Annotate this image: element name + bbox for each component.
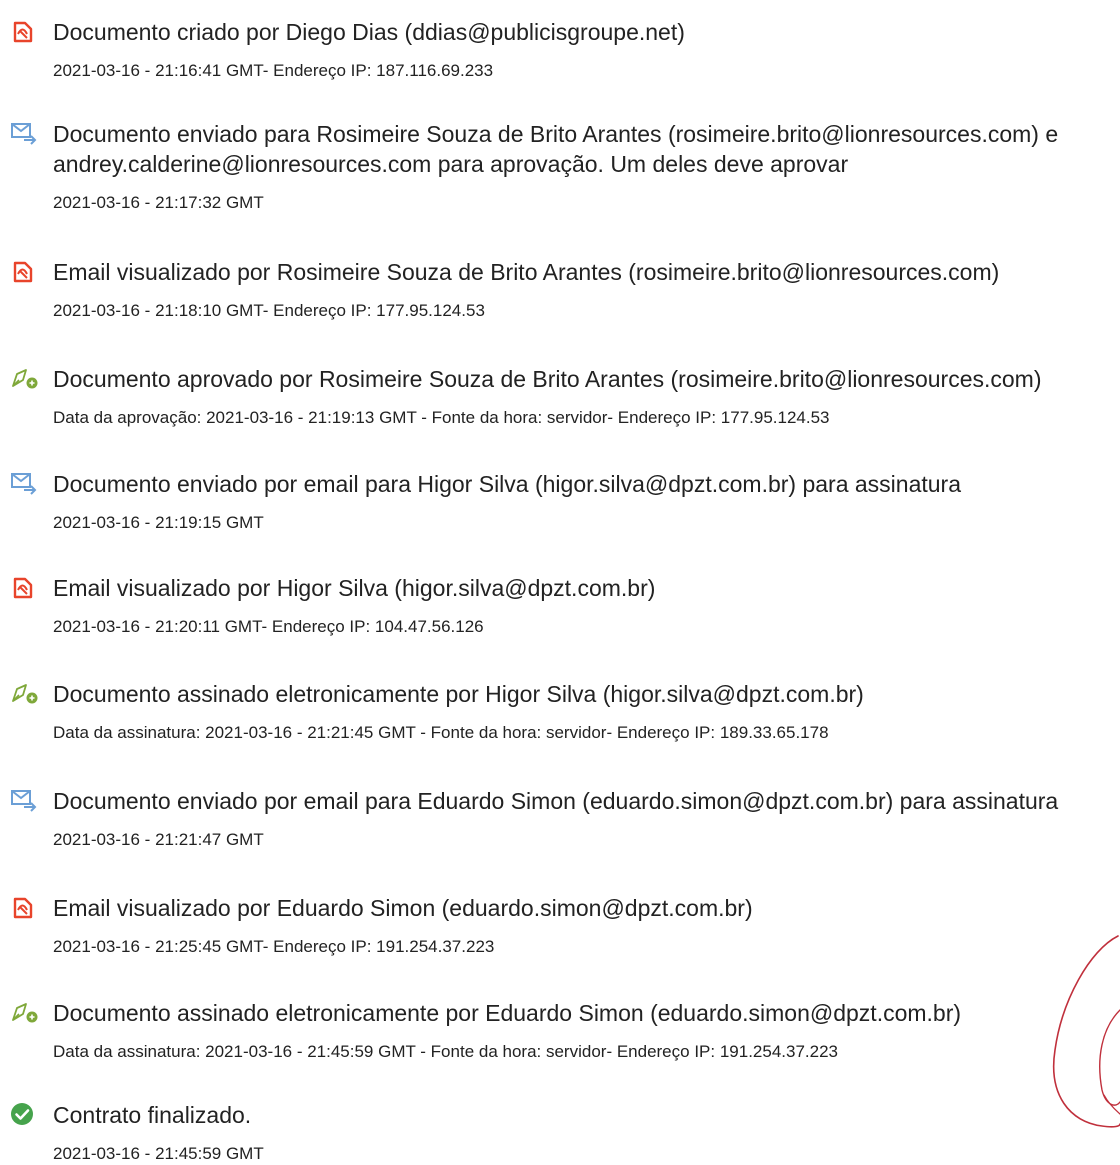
entry-title: Documento enviado para Rosimeire Souza d… bbox=[53, 121, 1059, 177]
entry-meta: 2021-03-16 - 21:25:45 GMT- Endereço IP: … bbox=[53, 937, 495, 956]
entry-title: Documento assinado eletronicamente por H… bbox=[53, 681, 864, 707]
email-sent-icon bbox=[10, 471, 40, 497]
entry-title: Documento assinado eletronicamente por E… bbox=[53, 1000, 962, 1026]
entry-meta: 2021-03-16 - 21:21:47 GMT bbox=[53, 830, 264, 849]
entry-title: Email visualizado por Higor Silva (higor… bbox=[53, 575, 656, 601]
check-circle-icon bbox=[10, 1102, 40, 1128]
pen-sign-icon bbox=[10, 366, 40, 392]
pdf-icon bbox=[10, 259, 40, 285]
entry-title: Documento aprovado por Rosimeire Souza d… bbox=[53, 366, 1042, 392]
entry-meta: 2021-03-16 - 21:17:32 GMT bbox=[53, 193, 264, 212]
entry-meta: 2021-03-16 - 21:45:59 GMT bbox=[53, 1144, 264, 1163]
handwritten-signature bbox=[1030, 930, 1120, 1145]
email-sent-icon bbox=[10, 788, 40, 814]
pdf-icon bbox=[10, 19, 40, 45]
pdf-icon bbox=[10, 895, 40, 921]
email-sent-icon bbox=[10, 121, 40, 147]
entry-title: Contrato finalizado. bbox=[53, 1102, 252, 1128]
entry-title: Documento enviado por email para Higor S… bbox=[53, 471, 961, 497]
pen-sign-icon bbox=[10, 681, 40, 707]
entry-title: Email visualizado por Rosimeire Souza de… bbox=[53, 259, 1000, 285]
entry-meta: 2021-03-16 - 21:18:10 GMT- Endereço IP: … bbox=[53, 301, 485, 320]
entry-title: Documento criado por Diego Dias (ddias@p… bbox=[53, 19, 685, 45]
pen-sign-icon bbox=[10, 1000, 40, 1026]
entry-meta: Data da assinatura: 2021-03-16 - 21:21:4… bbox=[53, 723, 829, 742]
entry-meta: Data da aprovação: 2021-03-16 - 21:19:13… bbox=[53, 408, 830, 427]
pdf-icon bbox=[10, 575, 40, 601]
entry-meta: 2021-03-16 - 21:20:11 GMT- Endereço IP: … bbox=[53, 617, 484, 636]
entry-meta: 2021-03-16 - 21:16:41 GMT- Endereço IP: … bbox=[53, 61, 494, 80]
entry-title: Email visualizado por Eduardo Simon (edu… bbox=[53, 895, 753, 921]
entry-meta: Data da assinatura: 2021-03-16 - 21:45:5… bbox=[53, 1042, 838, 1061]
entry-meta: 2021-03-16 - 21:19:15 GMT bbox=[53, 513, 264, 532]
entry-title: Documento enviado por email para Eduardo… bbox=[53, 788, 1059, 814]
